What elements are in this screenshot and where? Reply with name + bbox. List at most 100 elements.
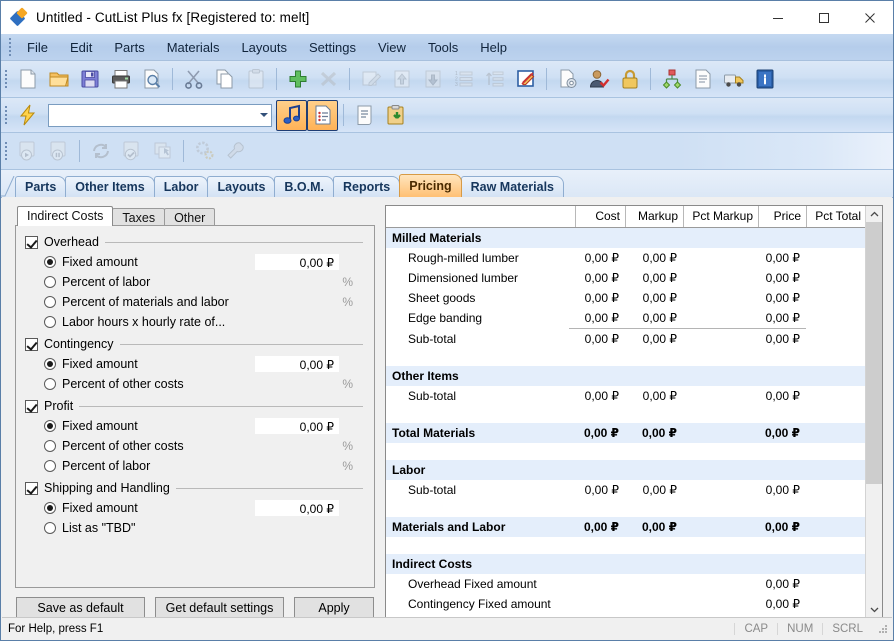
tab-reports[interactable]: Reports xyxy=(333,176,401,197)
radio-contingency-pct-other[interactable] xyxy=(44,378,56,390)
optimize-note-icon[interactable] xyxy=(276,99,307,131)
layout-select-icon[interactable] xyxy=(148,137,177,166)
move-down-icon[interactable] xyxy=(418,65,447,94)
paste-icon[interactable] xyxy=(241,65,270,94)
quick-search-combo[interactable] xyxy=(48,103,272,127)
lightning-bolt-icon[interactable] xyxy=(13,101,42,130)
menu-help[interactable]: Help xyxy=(469,37,518,58)
grid-section-row[interactable]: Materials and Labor 0,00 ₽ 0,00 ₽ 0,00 ₽ xyxy=(386,517,866,537)
layout-play-icon[interactable] xyxy=(13,137,42,166)
grid-section-row[interactable]: Milled Materials xyxy=(386,228,866,248)
radio-contingency-fixed[interactable] xyxy=(44,358,56,370)
tab-other-items[interactable]: Other Items xyxy=(65,176,155,197)
radio-shipping-fixed[interactable] xyxy=(44,502,56,514)
tab-raw-materials[interactable]: Raw Materials xyxy=(460,176,564,197)
column-header-cost[interactable]: Cost xyxy=(575,206,625,227)
menu-parts[interactable]: Parts xyxy=(103,37,155,58)
subtab-indirect-costs[interactable]: Indirect Costs xyxy=(17,206,114,226)
grid-data-row[interactable]: Overhead Fixed amount 0,00 ₽ xyxy=(386,574,866,594)
menu-grip-icon[interactable] xyxy=(5,37,14,57)
menu-view[interactable]: View xyxy=(367,37,417,58)
radio-overhead-fixed[interactable] xyxy=(44,256,56,268)
user-check-icon[interactable] xyxy=(584,65,613,94)
add-plus-icon[interactable] xyxy=(283,65,312,94)
layout-check-icon[interactable] xyxy=(117,137,146,166)
toolbar-grip-icon[interactable] xyxy=(1,69,10,89)
overhead-option-percent-materials-labor[interactable]: Percent of materials and labor % xyxy=(25,292,365,312)
grid-data-row[interactable]: Contingency Fixed amount 0,00 ₽ xyxy=(386,594,866,614)
list-numbered-icon[interactable]: 123 xyxy=(449,65,478,94)
save-as-default-button[interactable]: Save as default xyxy=(16,597,145,618)
contingency-checkbox[interactable] xyxy=(25,337,38,351)
menu-layouts[interactable]: Layouts xyxy=(230,37,298,58)
scrollbar-thumb[interactable] xyxy=(866,222,882,484)
info-icon[interactable] xyxy=(750,65,779,94)
grid-vertical-scrollbar[interactable] xyxy=(865,206,882,617)
toolbar-grip-icon[interactable] xyxy=(1,105,10,125)
grid-data-row[interactable]: Rough-milled lumber 0,00 ₽ 0,00 ₽ 0,00 ₽ xyxy=(386,248,866,268)
open-folder-icon[interactable] xyxy=(44,65,73,94)
document-settings-icon[interactable] xyxy=(553,65,582,94)
contingency-fixed-amount-input[interactable]: 0,00 ₽ xyxy=(255,356,339,372)
shipping-option-fixed-amount[interactable]: Fixed amount 0,00 ₽ xyxy=(25,498,365,518)
grid-data-row[interactable]: Sheet goods 0,00 ₽ 0,00 ₽ 0,00 ₽ xyxy=(386,288,866,308)
save-floppy-icon[interactable] xyxy=(75,65,104,94)
resize-grip-icon[interactable] xyxy=(876,622,890,636)
edit-pencil-icon[interactable] xyxy=(356,65,385,94)
subtab-taxes[interactable]: Taxes xyxy=(112,208,166,226)
grid-data-row[interactable]: Sub-total 0,00 ₽ 0,00 ₽ 0,00 ₽ xyxy=(386,386,866,406)
grid-data-row[interactable]: Sub-total 0,00 ₽ 0,00 ₽ 0,00 ₽ xyxy=(386,480,866,500)
copy-icon[interactable] xyxy=(210,65,239,94)
column-header-name[interactable] xyxy=(386,206,575,227)
overhead-option-fixed-amount[interactable]: Fixed amount 0,00 ₽ xyxy=(25,252,365,272)
scroll-up-icon[interactable] xyxy=(866,206,882,222)
radio-profit-pct-other[interactable] xyxy=(44,440,56,452)
print-icon[interactable] xyxy=(106,65,135,94)
radio-profit-pct-labor[interactable] xyxy=(44,460,56,472)
tab-parts[interactable]: Parts xyxy=(15,176,67,197)
quick-search-input[interactable] xyxy=(49,104,271,126)
profit-checkbox[interactable] xyxy=(25,399,38,413)
scroll-down-icon[interactable] xyxy=(866,601,882,617)
grid-section-row[interactable]: Other Items xyxy=(386,366,866,386)
overhead-option-percent-labor[interactable]: Percent of labor % xyxy=(25,272,365,292)
grid-data-row[interactable]: Dimensioned lumber 0,00 ₽ 0,00 ₽ 0,00 ₽ xyxy=(386,268,866,288)
column-header-price[interactable]: Price xyxy=(758,206,806,227)
contingency-option-percent-other-costs[interactable]: Percent of other costs % xyxy=(25,374,365,394)
clipboard-download-icon[interactable] xyxy=(381,101,410,130)
print-preview-icon[interactable] xyxy=(137,65,166,94)
delete-x-icon[interactable] xyxy=(314,65,343,94)
tab-pricing[interactable]: Pricing xyxy=(399,174,462,197)
column-header-pct-markup[interactable]: Pct Markup xyxy=(683,206,758,227)
radio-overhead-hours-rate[interactable] xyxy=(44,316,56,328)
layout-pause-icon[interactable] xyxy=(44,137,73,166)
hierarchy-icon[interactable] xyxy=(657,65,686,94)
get-default-settings-button[interactable]: Get default settings xyxy=(155,597,284,618)
report-page-icon[interactable] xyxy=(688,65,717,94)
menu-settings[interactable]: Settings xyxy=(298,37,367,58)
minimize-icon[interactable] xyxy=(755,1,801,34)
apply-button[interactable]: Apply xyxy=(294,597,374,618)
maximize-icon[interactable] xyxy=(801,1,847,34)
overhead-option-labor-hours-rate[interactable]: Labor hours x hourly rate of... xyxy=(25,312,365,332)
profit-option-percent-other-costs[interactable]: Percent of other costs % xyxy=(25,436,365,456)
profit-option-fixed-amount[interactable]: Fixed amount 0,00 ₽ xyxy=(25,416,365,436)
radio-overhead-pct-labor[interactable] xyxy=(44,276,56,288)
column-header-markup[interactable]: Markup xyxy=(625,206,683,227)
grid-data-row[interactable]: Sub-total 0,00 ₽ 0,00 ₽ 0,00 ₽ xyxy=(386,329,866,349)
menu-materials[interactable]: Materials xyxy=(156,37,231,58)
overhead-fixed-amount-input[interactable]: 0,00 ₽ xyxy=(255,254,339,270)
overhead-checkbox[interactable] xyxy=(25,235,38,249)
menu-tools[interactable]: Tools xyxy=(417,37,469,58)
tab-bom[interactable]: B.O.M. xyxy=(274,176,335,197)
sort-ascending-icon[interactable] xyxy=(480,65,509,94)
chevron-down-icon[interactable] xyxy=(260,113,268,117)
grid-data-row[interactable]: Edge banding 0,00 ₽ 0,00 ₽ 0,00 ₽ xyxy=(386,308,866,328)
grid-section-row[interactable]: Total Materials 0,00 ₽ 0,00 ₽ 0,00 ₽ xyxy=(386,423,866,443)
truck-shipping-icon[interactable] xyxy=(719,65,748,94)
menu-edit[interactable]: Edit xyxy=(59,37,103,58)
parts-list-icon[interactable] xyxy=(307,99,338,131)
profit-fixed-amount-input[interactable]: 0,00 ₽ xyxy=(255,418,339,434)
column-header-pct-total[interactable]: Pct Total xyxy=(806,206,866,227)
move-up-icon[interactable] xyxy=(387,65,416,94)
